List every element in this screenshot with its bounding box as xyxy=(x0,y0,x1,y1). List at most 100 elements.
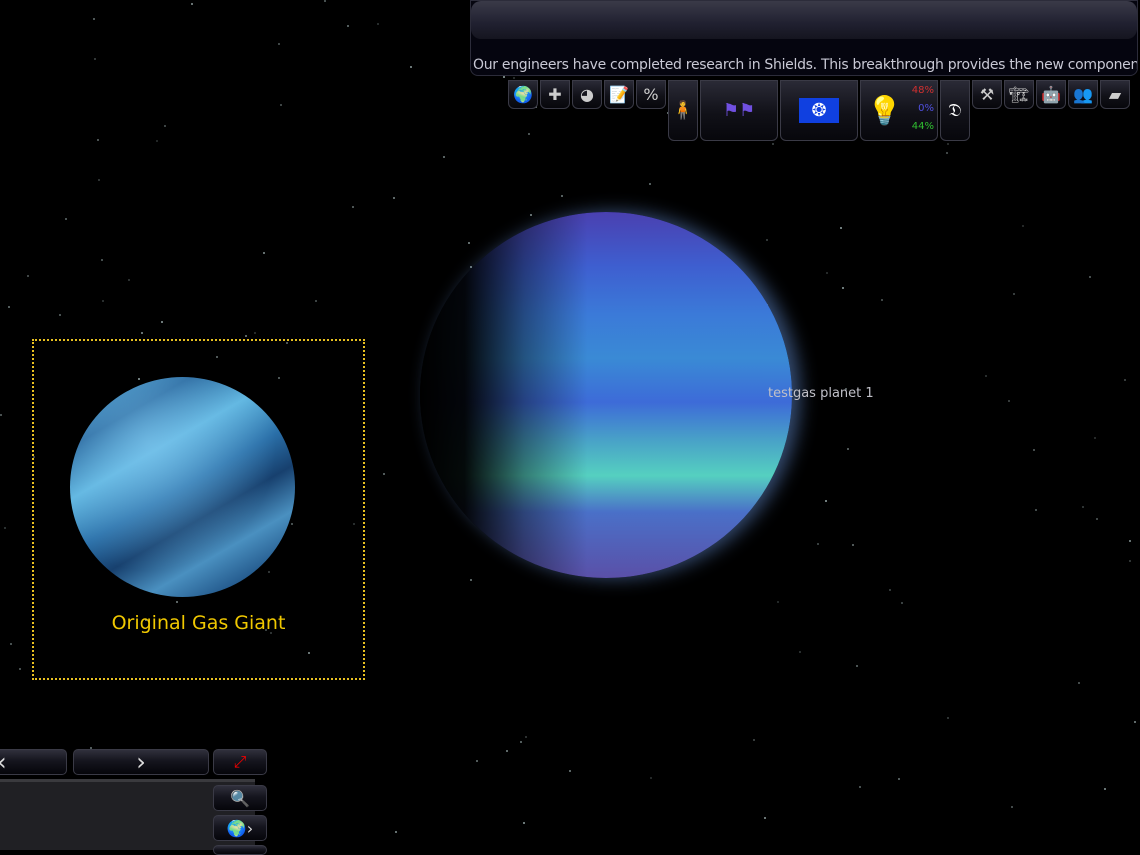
inset-caption: Original Gas Giant xyxy=(111,612,286,634)
research-pct-1: 48% xyxy=(911,85,934,96)
star xyxy=(94,58,97,61)
star xyxy=(513,76,516,79)
notepad-button[interactable]: 📝 xyxy=(604,80,634,109)
star xyxy=(506,750,509,753)
star xyxy=(96,138,99,141)
star xyxy=(376,23,379,26)
star xyxy=(825,500,828,503)
original-gas-giant-image xyxy=(70,377,295,597)
star xyxy=(1034,509,1037,512)
star xyxy=(443,156,446,159)
star xyxy=(141,331,144,334)
pie-chart-icon: ◕ xyxy=(580,85,594,104)
star xyxy=(568,770,571,773)
earth-button[interactable]: 🌍 xyxy=(508,80,538,109)
empire-tab[interactable]: ❂ xyxy=(780,80,858,141)
research-tab[interactable]: 💡 48% 0% 44% xyxy=(860,80,938,141)
planet-label[interactable]: testgas planet 1 xyxy=(768,386,874,401)
star xyxy=(520,741,523,744)
cross-button[interactable]: ✚ xyxy=(540,80,570,109)
star xyxy=(395,830,398,833)
star xyxy=(314,299,317,302)
star xyxy=(101,299,104,302)
next-button[interactable]: › xyxy=(73,748,209,776)
star xyxy=(382,472,385,475)
hammer-button[interactable]: ⚒ xyxy=(972,80,1002,109)
character-tab[interactable]: 🧍 xyxy=(668,80,698,141)
pie-chart-button[interactable]: ◕ xyxy=(572,80,602,109)
earth-icon: 🌍 xyxy=(513,85,533,104)
star xyxy=(826,271,829,274)
crane-icon: 🏗 xyxy=(1008,85,1030,104)
more-button[interactable] xyxy=(213,845,267,855)
star xyxy=(881,298,884,301)
troops-icon: 👥 xyxy=(1073,85,1093,104)
star xyxy=(1096,517,1099,520)
previous-button[interactable]: ‹ xyxy=(0,748,67,776)
soldier-icon: 🤖 xyxy=(1041,85,1061,104)
star xyxy=(946,151,949,154)
research-pct-2: 0% xyxy=(918,103,934,114)
star xyxy=(58,313,61,316)
star xyxy=(1093,437,1096,440)
star xyxy=(1128,539,1131,542)
troops-button[interactable]: 👥 xyxy=(1068,80,1098,109)
star xyxy=(1081,506,1084,509)
star xyxy=(560,195,563,198)
crossed-flags-icon: ⚑⚑ xyxy=(722,100,756,121)
star xyxy=(93,17,96,20)
star xyxy=(777,601,780,604)
star xyxy=(279,103,282,106)
star xyxy=(163,125,166,128)
star xyxy=(529,213,532,216)
soldier-button[interactable]: 🤖 xyxy=(1036,80,1066,109)
zoom-to-button[interactable]: 🔍 xyxy=(213,785,267,811)
star xyxy=(765,238,768,241)
star xyxy=(393,196,396,199)
star xyxy=(346,25,349,28)
percent-icon: % xyxy=(643,85,659,104)
star xyxy=(161,321,164,324)
percent-button[interactable]: % xyxy=(636,80,666,109)
star xyxy=(984,375,987,378)
star xyxy=(155,139,158,142)
star xyxy=(1134,721,1137,724)
gas-planet[interactable] xyxy=(420,212,792,578)
message-text: Our engineers have completed research in… xyxy=(473,57,1137,73)
star xyxy=(771,143,774,146)
star xyxy=(1007,400,1010,403)
planet-next-button[interactable]: 🌍 › xyxy=(213,815,267,841)
star xyxy=(842,287,845,290)
star xyxy=(475,760,478,762)
message-title-bar xyxy=(471,1,1137,39)
diplomacy-tab[interactable]: ⚑⚑ xyxy=(700,80,778,141)
star xyxy=(1129,560,1132,563)
star xyxy=(1123,378,1126,381)
star xyxy=(855,665,858,668)
expand-button[interactable]: ⤢ xyxy=(213,749,267,775)
star xyxy=(9,642,12,645)
star xyxy=(19,668,22,671)
design-tab[interactable]: 𝔇 xyxy=(940,80,970,141)
tank-button[interactable]: ▰ xyxy=(1100,80,1130,109)
star xyxy=(262,251,265,254)
star xyxy=(1021,224,1024,227)
star xyxy=(852,544,855,547)
character-icon: 🧍 xyxy=(671,100,695,121)
star xyxy=(1032,448,1035,451)
chevron-left-icon: ‹ xyxy=(0,748,7,776)
star xyxy=(522,822,525,824)
star xyxy=(859,785,862,788)
star xyxy=(190,2,193,5)
star xyxy=(649,776,652,779)
star xyxy=(468,241,471,244)
lightbulb-icon: 💡 xyxy=(867,94,902,127)
star xyxy=(27,275,30,278)
star xyxy=(840,226,843,229)
star xyxy=(409,65,412,68)
empire-flag-icon: ❂ xyxy=(799,98,839,123)
star xyxy=(947,716,950,719)
star xyxy=(764,816,767,819)
crane-button[interactable]: 🏗 xyxy=(1004,80,1034,109)
star xyxy=(98,178,101,181)
